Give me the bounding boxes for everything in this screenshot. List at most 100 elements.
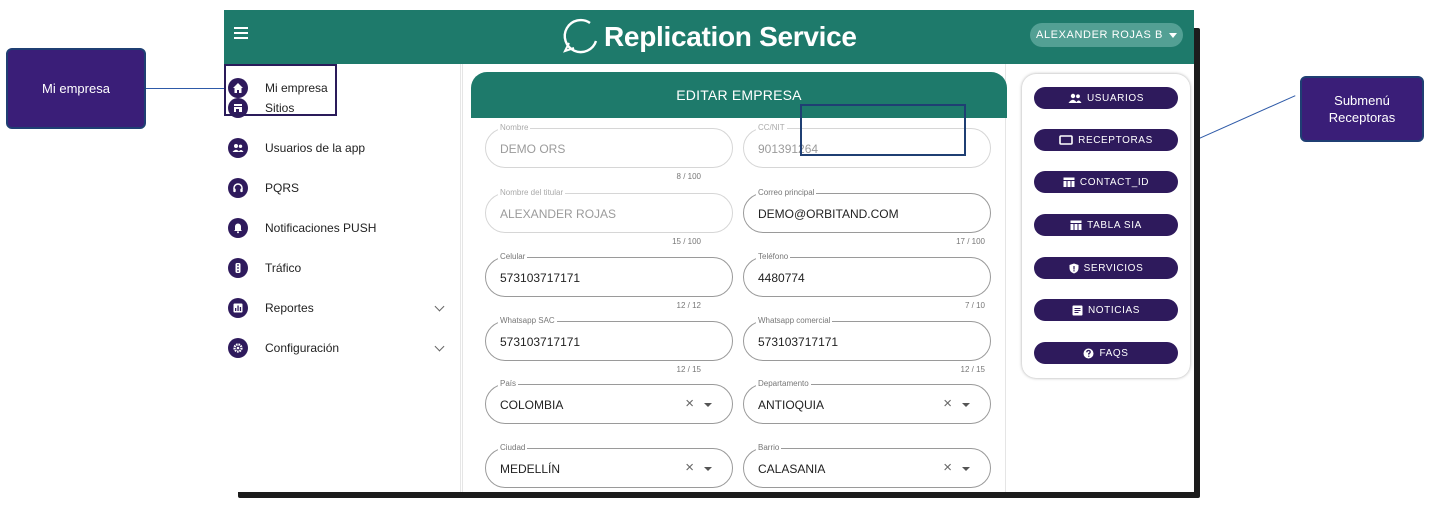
- clear-icon[interactable]: ×: [943, 460, 952, 476]
- sidebar-item-label: Usuarios de la app: [265, 141, 366, 155]
- field-value: COLOMBIA: [500, 398, 564, 412]
- receptoras-button[interactable]: RECEPTORAS: [1034, 129, 1178, 151]
- callout-right-line2: Receptoras: [1328, 110, 1396, 125]
- char-counter: 12 / 15: [676, 365, 701, 374]
- button-label: FAQS: [1099, 347, 1129, 359]
- submenu-panel: USUARIOS RECEPTORAS CONTACT_ID TABLA SIA: [1022, 74, 1190, 378]
- receptoras-highlight: [800, 104, 966, 156]
- char-counter: 12 / 15: [960, 365, 985, 374]
- sidebar-item-label: Notificaciones PUSH: [265, 221, 377, 235]
- field-label: Correo principal: [756, 188, 817, 198]
- sidebar-item-label: Reportes: [265, 301, 314, 315]
- sidebar: Mi empresa Sitios Usuarios de la app PQR…: [224, 64, 461, 492]
- contact-id-button[interactable]: CONTACT_ID: [1034, 171, 1178, 193]
- char-counter: 7 / 10: [964, 301, 985, 310]
- titular-field[interactable]: Nombre del titular ALEXANDER ROJAS: [485, 188, 733, 233]
- field-value: 573103717171: [500, 335, 581, 349]
- char-counter: 8 / 100: [676, 172, 701, 181]
- field-label: Whatsapp comercial: [756, 316, 833, 326]
- sidebar-item-label: Tráfico: [265, 261, 302, 275]
- sidebar-item-configuracion[interactable]: Configuración: [224, 328, 461, 368]
- dropdown-arrow-icon[interactable]: [704, 467, 712, 471]
- menu-icon[interactable]: [234, 27, 248, 39]
- sidebar-item-label: PQRS: [265, 181, 300, 195]
- pais-select[interactable]: País COLOMBIA ×: [485, 379, 733, 424]
- whatsapp-comercial-field[interactable]: Whatsapp comercial 573103717171: [743, 316, 991, 361]
- char-counter: 12 / 12: [676, 301, 701, 310]
- monitor-icon: [1059, 135, 1073, 145]
- sidebar-item-notificaciones[interactable]: Notificaciones PUSH: [224, 208, 461, 248]
- field-label: CC/NIT: [756, 123, 787, 133]
- shield-icon: [1069, 263, 1079, 274]
- field-label: Departamento: [756, 379, 811, 389]
- field-label: Barrio: [756, 443, 782, 453]
- callout-mi-empresa: Mi empresa: [6, 48, 146, 129]
- callout-left-line: [146, 88, 226, 89]
- table-icon: [1063, 177, 1075, 187]
- field-value: 573103717171: [758, 335, 839, 349]
- logo-icon: [563, 18, 598, 54]
- callout-right-line1: Submenú: [1334, 93, 1390, 108]
- celular-field[interactable]: Celular 573103717171: [485, 252, 733, 297]
- field-label: Celular: [498, 252, 528, 262]
- usuarios-button[interactable]: USUARIOS: [1034, 87, 1178, 109]
- field-value: DEMO@ORBITAND.COM: [758, 207, 899, 221]
- sidebar-item-reportes[interactable]: Reportes: [224, 288, 461, 328]
- user-menu-button[interactable]: ALEXANDER ROJAS B: [1030, 23, 1183, 47]
- field-value: DEMO ORS: [500, 142, 566, 156]
- dropdown-arrow-icon[interactable]: [704, 403, 712, 407]
- chevron-down-icon[interactable]: [434, 341, 445, 351]
- field-label: Ciudad: [498, 443, 528, 453]
- button-label: NOTICIAS: [1087, 304, 1141, 316]
- field-value: 573103717171: [500, 271, 581, 285]
- sidebar-item-pqrs[interactable]: PQRS: [224, 168, 461, 208]
- callout-right-line: [1190, 95, 1296, 143]
- char-counter: 17 / 100: [956, 237, 985, 246]
- bell-icon: [228, 218, 248, 238]
- barrio-select[interactable]: Barrio CALASANIA ×: [743, 443, 991, 488]
- field-label: Nombre: [498, 123, 531, 133]
- chart-icon: [228, 298, 248, 318]
- sidebar-item-usuarios-app[interactable]: Usuarios de la app: [224, 128, 461, 168]
- sidebar-item-trafico[interactable]: Tráfico: [224, 248, 461, 288]
- departamento-select[interactable]: Departamento ANTIOQUIA ×: [743, 379, 991, 424]
- table-icon: [1070, 220, 1082, 230]
- telefono-field[interactable]: Teléfono 4480774: [743, 252, 991, 297]
- button-label: SERVICIOS: [1083, 262, 1144, 274]
- ciudad-select[interactable]: Ciudad MEDELLÍN ×: [485, 443, 733, 488]
- nombre-field[interactable]: Nombre DEMO ORS: [485, 123, 733, 168]
- field-label: Whatsapp SAC: [498, 316, 557, 326]
- button-label: RECEPTORAS: [1078, 134, 1153, 146]
- tabla-sia-button[interactable]: TABLA SIA: [1034, 214, 1178, 236]
- button-label: TABLA SIA: [1087, 219, 1142, 231]
- clear-icon[interactable]: ×: [685, 460, 694, 476]
- sidebar-item-label: Configuración: [265, 341, 340, 355]
- caret-down-icon: [1168, 32, 1177, 38]
- button-label: CONTACT_ID: [1079, 176, 1150, 188]
- user-name: ALEXANDER ROJAS B: [1036, 29, 1163, 41]
- clear-icon[interactable]: ×: [685, 396, 694, 412]
- brand: Replication Service: [562, 17, 857, 57]
- clear-icon[interactable]: ×: [943, 396, 952, 412]
- whatsapp-sac-field[interactable]: Whatsapp SAC 573103717171: [485, 316, 733, 361]
- faqs-button[interactable]: FAQS: [1034, 342, 1178, 364]
- noticias-button[interactable]: NOTICIAS: [1034, 299, 1178, 321]
- field-label: Teléfono: [756, 252, 791, 262]
- app-title: Replication Service: [604, 21, 857, 52]
- dropdown-arrow-icon[interactable]: [962, 467, 970, 471]
- servicios-button[interactable]: SERVICIOS: [1034, 257, 1178, 279]
- traffic-light-icon: [228, 258, 248, 278]
- dropdown-arrow-icon[interactable]: [962, 403, 970, 407]
- headset-icon: [228, 178, 248, 198]
- article-icon: [1072, 305, 1083, 316]
- mi-empresa-highlight: [224, 64, 337, 116]
- top-bar: Replication Service ALEXANDER ROJAS B: [224, 10, 1194, 64]
- field-value: ANTIOQUIA: [758, 398, 825, 412]
- field-label: Nombre del titular: [498, 188, 566, 198]
- correo-field[interactable]: Correo principal DEMO@ORBITAND.COM: [743, 188, 991, 233]
- chevron-down-icon[interactable]: [434, 301, 445, 311]
- callout-mi-empresa-text: Mi empresa: [42, 81, 110, 96]
- group-icon: [228, 138, 248, 158]
- callout-submenu-receptoras: Submenú Receptoras: [1300, 76, 1424, 142]
- button-label: USUARIOS: [1086, 92, 1145, 104]
